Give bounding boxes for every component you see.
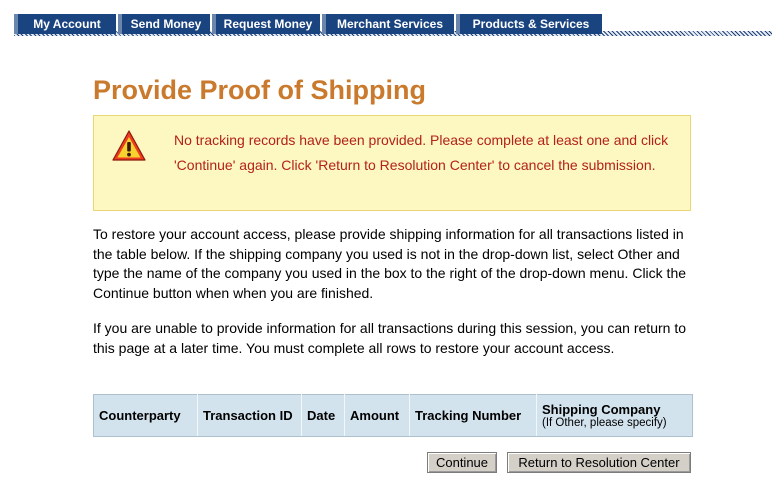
tab-request-money[interactable]: Request Money — [212, 14, 320, 34]
table-header-row: Counterparty Transaction ID Date Amount … — [93, 394, 693, 437]
tab-send-money[interactable]: Send Money — [118, 14, 210, 34]
shipping-company-label: Shipping Company — [542, 402, 661, 417]
column-header-tracking-number: Tracking Number — [409, 394, 537, 437]
column-header-date: Date — [301, 394, 345, 437]
transactions-table: Counterparty Transaction ID Date Amount … — [93, 394, 693, 437]
tab-products-services[interactable]: Products & Services — [456, 14, 602, 34]
instructions-paragraph-1: To restore your account access, please p… — [93, 226, 687, 301]
top-nav: My Account Send Money Request Money Merc… — [14, 14, 772, 36]
column-header-shipping-company: Shipping Company (If Other, please speci… — [536, 394, 693, 437]
warning-triangle-icon — [112, 129, 146, 163]
alert-message: No tracking records have been provided. … — [174, 132, 669, 173]
shipping-company-sublabel: (If Other, please specify) — [542, 417, 667, 429]
instructions-paragraph-2: If you are unable to provide information… — [93, 320, 686, 356]
column-header-counterparty: Counterparty — [93, 394, 198, 437]
error-alert: No tracking records have been provided. … — [93, 115, 691, 211]
tab-my-account[interactable]: My Account — [14, 14, 116, 34]
column-header-amount: Amount — [344, 394, 410, 437]
column-header-transaction-id: Transaction ID — [197, 394, 302, 437]
return-to-resolution-center-button[interactable]: Return to Resolution Center — [507, 452, 691, 473]
tab-merchant-services[interactable]: Merchant Services — [322, 14, 454, 34]
continue-button[interactable]: Continue — [427, 452, 497, 473]
page-title: Provide Proof of Shipping — [93, 75, 426, 105]
